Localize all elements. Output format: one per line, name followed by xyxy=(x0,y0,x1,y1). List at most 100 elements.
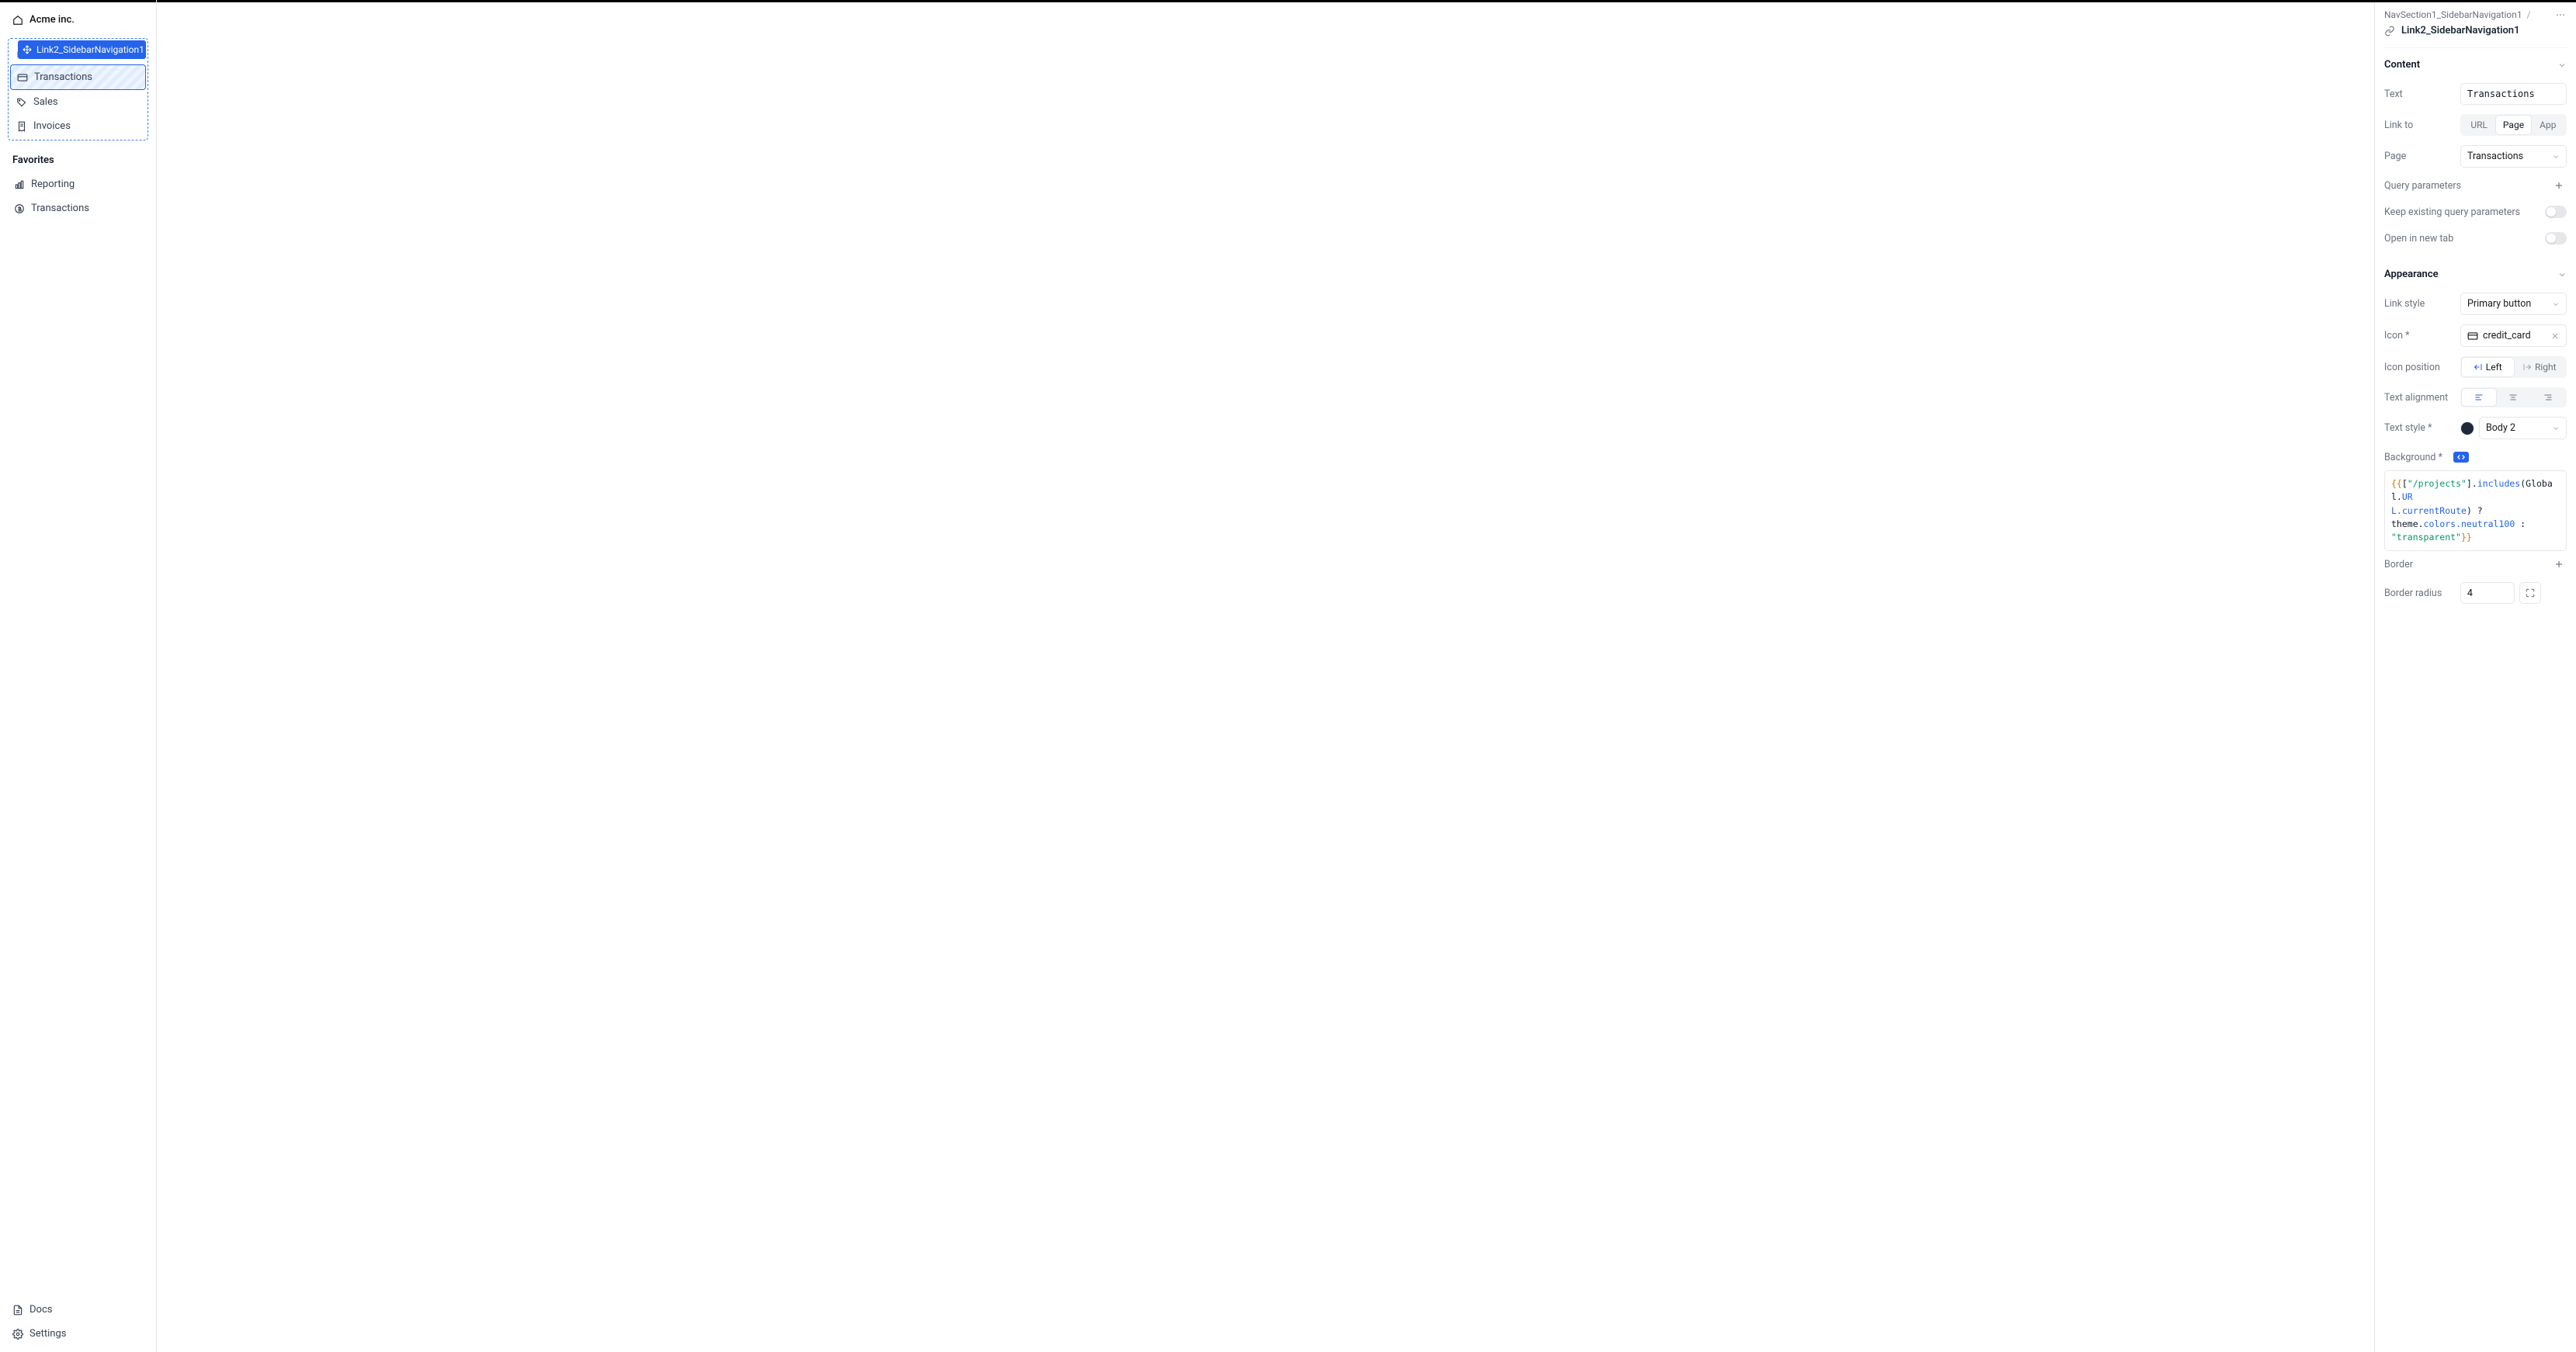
node-name: Link2_SidebarNavigation1 xyxy=(2401,25,2520,36)
text-input[interactable] xyxy=(2460,83,2567,105)
background-code-editor[interactable]: {{["/projects"].includes(Global.URL.curr… xyxy=(2384,470,2567,551)
text-color-swatch[interactable] xyxy=(2460,421,2474,435)
field-text: Text xyxy=(2384,78,2567,109)
chevron-down-icon xyxy=(2552,153,2560,161)
linkto-app[interactable]: App xyxy=(2531,116,2565,134)
add-border-button[interactable] xyxy=(2551,556,2567,572)
icon-picker[interactable]: credit_card xyxy=(2460,324,2567,347)
linkto-url[interactable]: URL xyxy=(2462,116,2496,134)
select-value: Primary button xyxy=(2467,298,2531,310)
chevron-down-icon xyxy=(2557,270,2567,279)
add-query-param-button[interactable] xyxy=(2551,178,2567,193)
field-label: Text alignment xyxy=(2384,392,2454,404)
linkto-page[interactable]: Page xyxy=(2496,116,2530,134)
chevron-down-icon xyxy=(2557,61,2567,70)
icon-value: credit_card xyxy=(2483,330,2531,341)
sidebar-item-settings[interactable]: Settings xyxy=(8,1322,148,1346)
field-iconpos: Icon position Left Right xyxy=(2384,352,2567,383)
nav-section-selected[interactable]: Link2_SidebarNavigation1 Home Transactio… xyxy=(8,38,148,140)
sidebar-item-reporting[interactable]: Reporting xyxy=(8,172,148,196)
sidebar: Acme inc. Link2_SidebarNavigation1 Home … xyxy=(0,0,157,1352)
sidebar-item-label: Reporting xyxy=(31,179,75,190)
chevron-down-icon xyxy=(2552,300,2560,308)
credit-card-icon xyxy=(17,72,28,83)
select-value: Body 2 xyxy=(2486,422,2515,434)
field-label: Border xyxy=(2384,559,2545,570)
editor-canvas[interactable] xyxy=(157,0,2374,1352)
textalign-right[interactable] xyxy=(2531,389,2565,406)
radius-per-corner-button[interactable] xyxy=(2519,582,2541,604)
content-section-head[interactable]: Content xyxy=(2384,48,2567,78)
link-icon xyxy=(2384,26,2395,36)
field-newtab: Open in new tab xyxy=(2384,225,2567,251)
textalign-segmented xyxy=(2460,387,2567,407)
keep-query-toggle[interactable] xyxy=(2545,206,2567,218)
corners-icon xyxy=(2525,588,2536,598)
linkstyle-select[interactable]: Primary button xyxy=(2460,293,2567,315)
field-label: Link to xyxy=(2384,120,2454,131)
textalign-center[interactable] xyxy=(2496,389,2530,406)
receipt-icon xyxy=(16,121,27,132)
field-label: Border radius xyxy=(2384,588,2454,599)
selected-component-badge[interactable]: Link2_SidebarNavigation1 xyxy=(18,40,146,59)
chevron-down-icon xyxy=(2552,425,2560,432)
iconpos-left[interactable]: Left xyxy=(2462,358,2514,376)
sidebar-item-invoices[interactable]: Invoices xyxy=(10,114,146,138)
field-linkstyle: Link style Primary button xyxy=(2384,288,2567,320)
field-textstyle: Text style * Body 2 xyxy=(2384,412,2567,444)
sidebar-item-sales[interactable]: Sales xyxy=(10,90,146,114)
align-left-arrow-icon xyxy=(2474,362,2483,372)
sidebar-item-label: Settings xyxy=(30,1328,66,1340)
clear-icon[interactable] xyxy=(2550,331,2560,341)
linkto-segmented: URL Page App xyxy=(2460,114,2567,136)
field-query-params: Query parameters xyxy=(2384,172,2567,199)
field-label: Page xyxy=(2384,151,2454,162)
sidebar-item-fav-transactions[interactable]: Transactions xyxy=(8,196,148,220)
sidebar-item-label: Transactions xyxy=(31,203,89,214)
align-center-icon xyxy=(2508,393,2519,402)
iconpos-right[interactable]: Right xyxy=(2514,358,2566,376)
field-page: Page Transactions xyxy=(2384,140,2567,172)
align-right-icon xyxy=(2543,393,2553,402)
sidebar-item-label: Transactions xyxy=(34,71,92,83)
more-menu[interactable]: ⋯ xyxy=(2556,9,2567,20)
tag-icon xyxy=(16,97,27,108)
file-text-icon xyxy=(12,1305,23,1316)
select-value: Transactions xyxy=(2467,151,2523,162)
top-black-bar xyxy=(0,0,2576,2)
field-keep-query: Keep existing query parameters xyxy=(2384,199,2567,225)
newtab-toggle[interactable] xyxy=(2545,232,2567,244)
textalign-left[interactable] xyxy=(2462,389,2496,406)
textstyle-select[interactable]: Body 2 xyxy=(2479,417,2567,439)
org-header[interactable]: Acme inc. xyxy=(8,6,148,38)
code-icon xyxy=(2457,453,2465,461)
field-label: Icon position xyxy=(2384,362,2454,373)
coin-icon xyxy=(14,203,25,214)
field-label: Keep existing query parameters xyxy=(2384,206,2539,218)
appearance-section-head[interactable]: Appearance xyxy=(2384,258,2567,288)
field-background-label: Background * xyxy=(2384,444,2567,470)
radius-input[interactable] xyxy=(2460,582,2515,604)
selected-badge-label: Link2_SidebarNavigation1 xyxy=(36,44,144,55)
move-icon xyxy=(23,45,32,54)
plus-icon xyxy=(2553,559,2564,570)
breadcrumb-parent[interactable]: NavSection1_SidebarNavigation1 xyxy=(2384,9,2522,20)
breadcrumb-sep: / xyxy=(2527,9,2531,20)
field-radius: Border radius xyxy=(2384,577,2567,608)
home-outline-icon xyxy=(12,15,23,26)
field-label: Link style xyxy=(2384,298,2454,310)
align-right-arrow-icon xyxy=(2522,362,2532,372)
plus-icon xyxy=(2553,180,2564,191)
fx-tag[interactable] xyxy=(2453,452,2469,463)
bar-chart-icon xyxy=(14,179,25,190)
selected-node-row[interactable]: Link2_SidebarNavigation1 xyxy=(2384,25,2567,48)
org-name: Acme inc. xyxy=(30,14,75,26)
field-label: Text style * xyxy=(2384,422,2454,434)
favorites-heading: Favorites xyxy=(8,140,148,172)
sidebar-item-transactions[interactable]: Transactions xyxy=(10,64,146,90)
field-linkto: Link to URL Page App xyxy=(2384,109,2567,140)
page-select[interactable]: Transactions xyxy=(2460,145,2567,168)
field-icon: Icon * credit_card xyxy=(2384,320,2567,352)
section-title: Content xyxy=(2384,59,2420,71)
sidebar-item-docs[interactable]: Docs xyxy=(8,1298,148,1322)
